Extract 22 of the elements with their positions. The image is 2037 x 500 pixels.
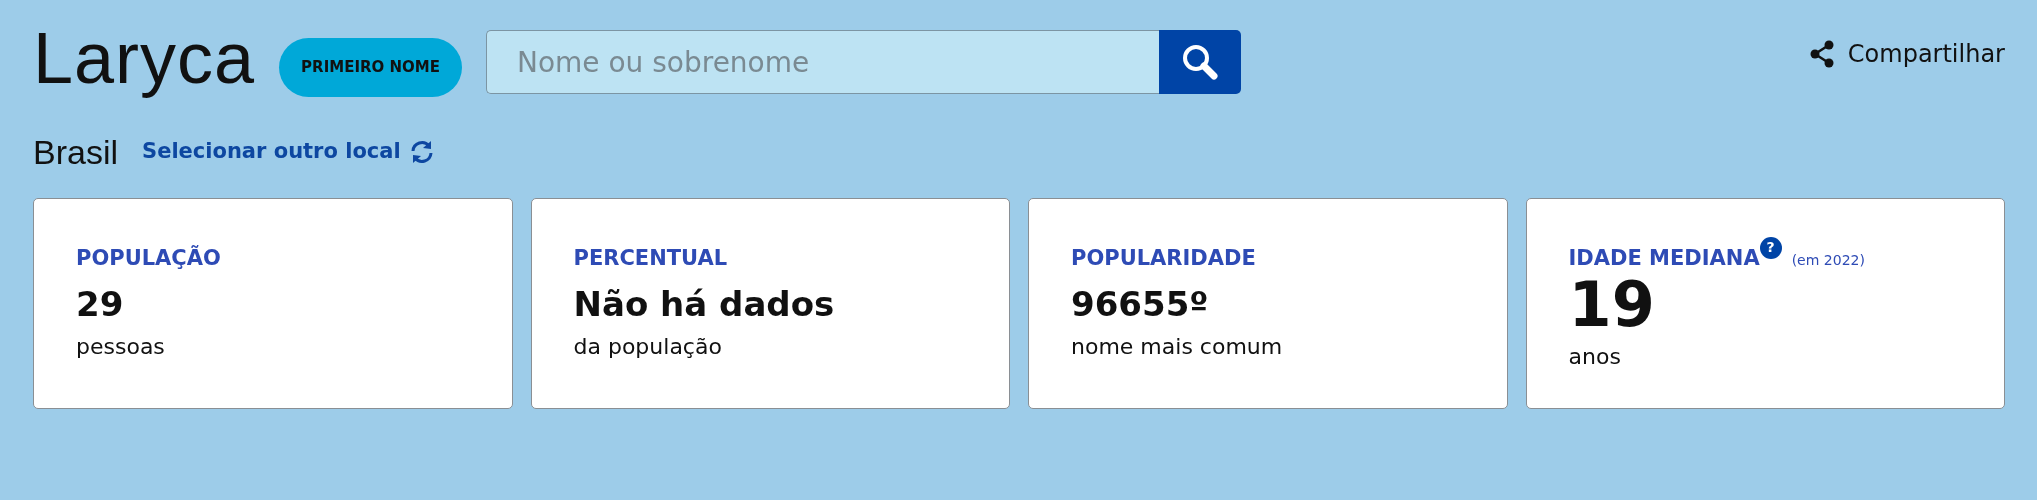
share-icon [1809,40,1834,68]
stat-label: PERCENTUAL [573,245,728,270]
stat-label: POPULAÇÃO [76,245,221,270]
stat-note: (em 2022) [1791,251,1865,268]
stat-value: Não há dados [573,283,835,326]
location-name: Brasil [33,131,119,173]
search-button[interactable] [1159,30,1241,94]
search-field[interactable]: Nome ou sobrenome [486,30,1159,94]
stat-caption: nome mais comum [1071,334,1283,360]
change-location-link[interactable]: Selecionar outro local [142,136,435,168]
name-type-badge: PRIMEIRO NOME [279,38,462,97]
stat-label: IDADE MEDIANA [1568,245,1760,270]
share-button[interactable]: Compartilhar [1809,36,2005,72]
stat-value: 29 [76,283,124,326]
stat-value: 19 [1568,274,1655,336]
search-icon [1181,43,1219,81]
stat-caption: pessoas [76,334,165,360]
stat-value: 96655º [1071,283,1209,326]
stat-label: POPULARIDADE [1071,245,1256,270]
stat-caption: anos [1568,344,1621,369]
stat-caption: da população [573,334,722,360]
help-icon[interactable]: ? [1759,236,1782,259]
